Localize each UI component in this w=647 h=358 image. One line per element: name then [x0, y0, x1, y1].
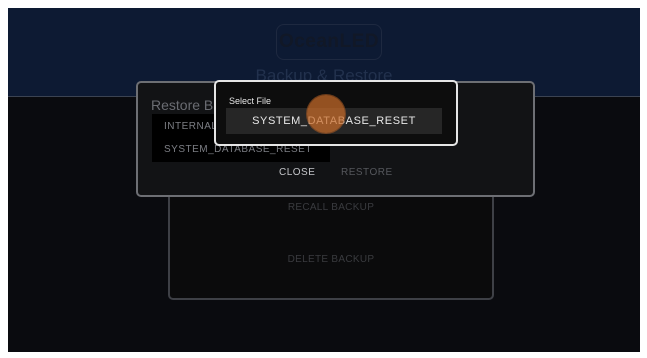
oceanled-logo: OceanLED: [276, 24, 382, 60]
restore-button[interactable]: RESTORE: [341, 167, 393, 178]
recall-backup-button[interactable]: RECALL BACKUP: [170, 202, 492, 213]
touch-indicator: [307, 95, 345, 133]
select-file-label: Select File: [229, 96, 272, 106]
app-screen: OceanLED Backup & Restore RECALL BACKUP …: [8, 8, 640, 352]
close-button[interactable]: CLOSE: [279, 167, 315, 178]
file-item-internal[interactable]: INTERNAL: [164, 121, 217, 132]
delete-backup-button[interactable]: DELETE BACKUP: [170, 254, 492, 265]
restore-dialog-title: Restore B: [151, 97, 214, 113]
